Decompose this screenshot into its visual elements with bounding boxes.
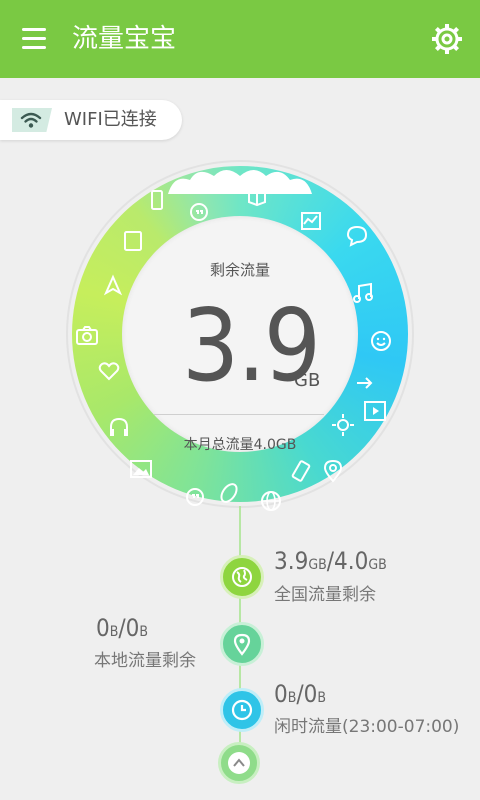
location-icon [320,458,346,484]
oval-icon [216,480,242,506]
vibrate-icon [288,458,314,484]
smiley-icon [368,328,394,354]
data-gauge[interactable]: 剩余流量 3.9 GB 本月总流量4.0GB [68,162,412,511]
idle-label: 闲时流量(23:00-07:00) [274,717,460,737]
app-title: 流量宝宝 [72,24,177,54]
video-icon [362,398,388,424]
connection-status[interactable]: WIFI已连接 [0,100,182,140]
globe-icon [258,488,284,514]
camera-icon [74,322,100,348]
tablet-icon [120,228,146,254]
location-icon[interactable] [220,622,264,666]
gear-icon[interactable] [430,22,464,56]
wifi-icon [12,108,52,132]
image-icon [128,456,154,482]
gauge-divider [154,414,324,415]
clock-icon[interactable] [220,688,264,732]
quote-icon [182,484,208,510]
remaining-label: 剩余流量 [209,261,270,279]
local-label: 本地流量剩余 [94,651,196,671]
music-icon [350,280,376,306]
chat-icon [344,222,370,248]
book-icon [244,182,270,208]
hamburger-icon[interactable] [20,24,50,54]
collapse-button[interactable] [218,742,260,784]
national-label: 全国流量剩余 [274,585,376,605]
idle-usage: 0B/0B [274,680,327,708]
connection-label: WIFI已连接 [64,109,157,130]
app-header: 流量宝宝 [0,0,480,78]
remaining-value: 3.9 [182,287,321,404]
arrow-icon [352,370,378,396]
national-usage: 3.9GB/4.0GB [274,547,387,575]
cloud-decoration [168,170,312,194]
tablet-icon [144,188,170,214]
monthly-total: 本月总流量4.0GB [183,437,297,453]
chart-icon [298,208,324,234]
heart-icon [96,358,122,384]
globe-icon[interactable] [220,555,264,599]
local-usage: 0B/0B [96,614,149,642]
remaining-unit: GB [294,370,321,391]
chevron-up-icon [233,758,245,767]
